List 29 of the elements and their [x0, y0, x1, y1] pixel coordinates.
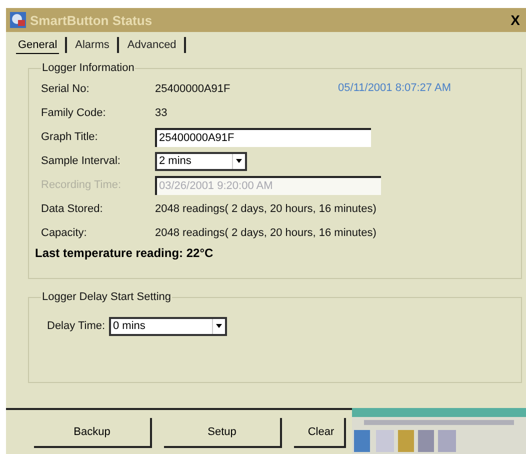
window-title: SmartButton Status	[30, 12, 154, 28]
tab[interactable]: General	[16, 36, 60, 54]
field-label: Family Code:	[41, 107, 107, 119]
field-label: Serial No:	[41, 83, 90, 95]
group-title: Logger Delay Start Setting	[41, 291, 172, 303]
dropdown[interactable]: 0 mins	[109, 316, 227, 336]
field-value: 2048 readings( 2 days, 20 hours, 16 minutes)	[155, 227, 376, 239]
action-button[interactable]: Setup	[164, 418, 282, 448]
action-button[interactable]: Backup	[34, 418, 152, 448]
group-title: Logger Information	[41, 62, 136, 74]
tab[interactable]: Advanced	[125, 37, 178, 53]
field-value: 33	[155, 107, 168, 119]
action-button[interactable]: Clear	[294, 418, 346, 448]
last-reading: Last temperature reading: 22°C	[35, 246, 214, 260]
dropdown-arrow-icon	[216, 324, 222, 328]
field-label: Delay Time:	[47, 320, 106, 332]
field-label: Sample Interval:	[41, 155, 122, 167]
input-field[interactable]: 25400000A91F	[155, 128, 371, 146]
field-label: Graph Title:	[41, 131, 99, 143]
app-icon	[10, 12, 26, 28]
field-value: 25400000A91F	[155, 83, 230, 95]
close-button[interactable]: X	[508, 12, 522, 28]
field-label: Capacity:	[41, 227, 88, 239]
field-value: 2048 readings( 2 days, 20 hours, 16 minutes)	[155, 203, 376, 215]
dropdown[interactable]: 2 mins	[155, 152, 247, 170]
field-label: Data Stored:	[41, 203, 104, 215]
tab[interactable]: Alarms	[73, 37, 112, 53]
dropdown-arrow-icon	[236, 159, 242, 163]
timestamp: 05/11/2001 8:07:27 AM	[338, 82, 451, 94]
